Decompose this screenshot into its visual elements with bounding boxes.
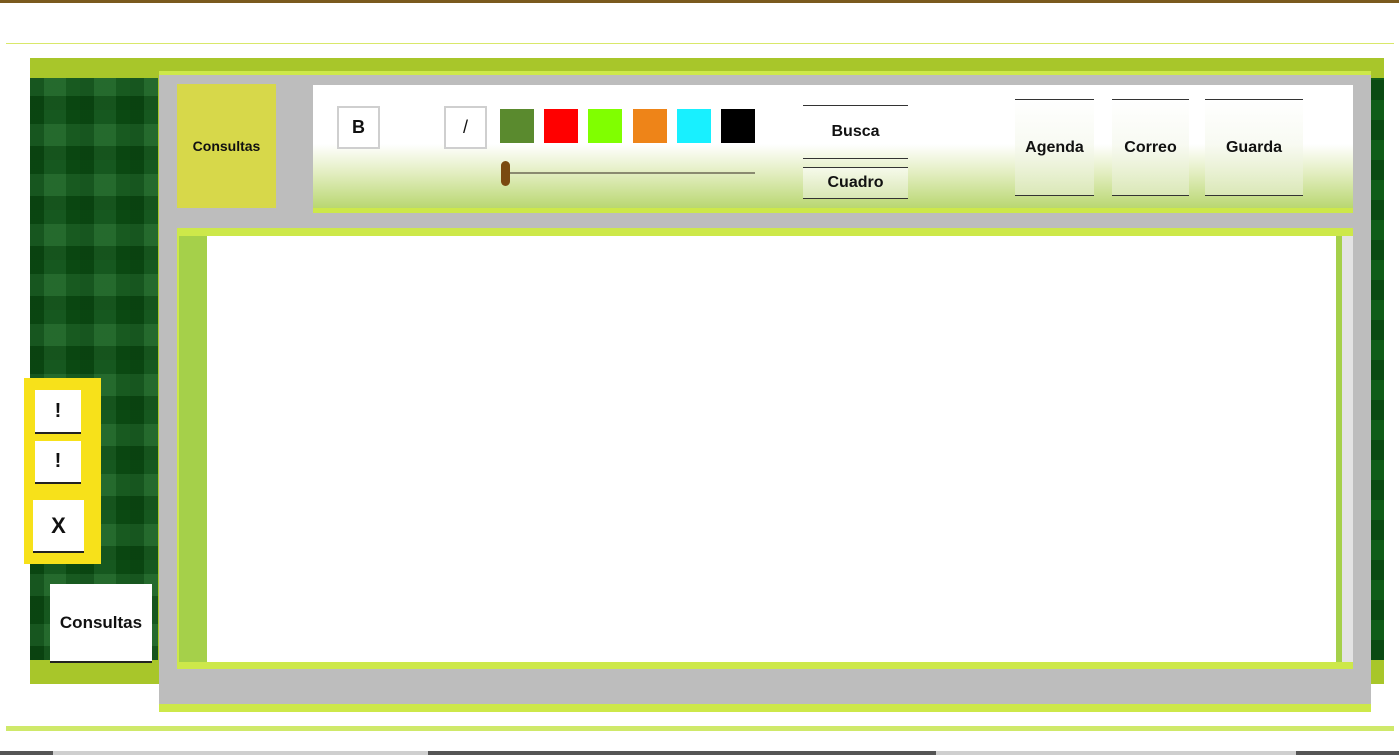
bottom-strip	[0, 751, 1399, 755]
color-swatch-red[interactable]	[544, 109, 578, 143]
bold-button[interactable]: B	[337, 106, 380, 149]
editor-gutter	[179, 236, 207, 662]
save-button[interactable]: Guarda	[1205, 99, 1303, 196]
color-swatch-green[interactable]	[500, 109, 534, 143]
text-editor[interactable]	[207, 236, 1336, 662]
color-swatch-cyan[interactable]	[677, 109, 711, 143]
color-swatch-lime[interactable]	[588, 109, 622, 143]
consultas-tile[interactable]: Consultas	[177, 84, 276, 208]
box-button[interactable]: Cuadro	[803, 167, 908, 199]
top-divider	[6, 43, 1394, 44]
size-slider-track[interactable]	[505, 172, 755, 174]
top-border	[0, 0, 1399, 3]
alert-button-2[interactable]: !	[35, 441, 81, 484]
agenda-button[interactable]: Agenda	[1015, 99, 1094, 196]
editor-scrollbar[interactable]	[1342, 236, 1353, 662]
close-button[interactable]: X	[33, 500, 84, 553]
alert-button-1[interactable]: !	[35, 390, 81, 434]
panel-bottom-accent	[159, 704, 1371, 712]
format-toolbar: B / Busca Cuadro Agenda Correo Guarda	[313, 85, 1353, 213]
bottom-divider	[6, 726, 1394, 731]
panel-top-accent	[159, 71, 1371, 75]
size-slider-thumb[interactable]	[501, 161, 510, 186]
consultas-button[interactable]: Consultas	[50, 584, 152, 663]
plaid-background-right	[1370, 78, 1384, 660]
search-button[interactable]: Busca	[803, 105, 908, 159]
color-swatch-black[interactable]	[721, 109, 755, 143]
mail-button[interactable]: Correo	[1112, 99, 1189, 196]
color-swatch-orange[interactable]	[633, 109, 667, 143]
italic-button[interactable]: /	[444, 106, 487, 149]
side-controls: ! ! X	[24, 378, 101, 564]
plaid-background-left	[30, 78, 158, 660]
